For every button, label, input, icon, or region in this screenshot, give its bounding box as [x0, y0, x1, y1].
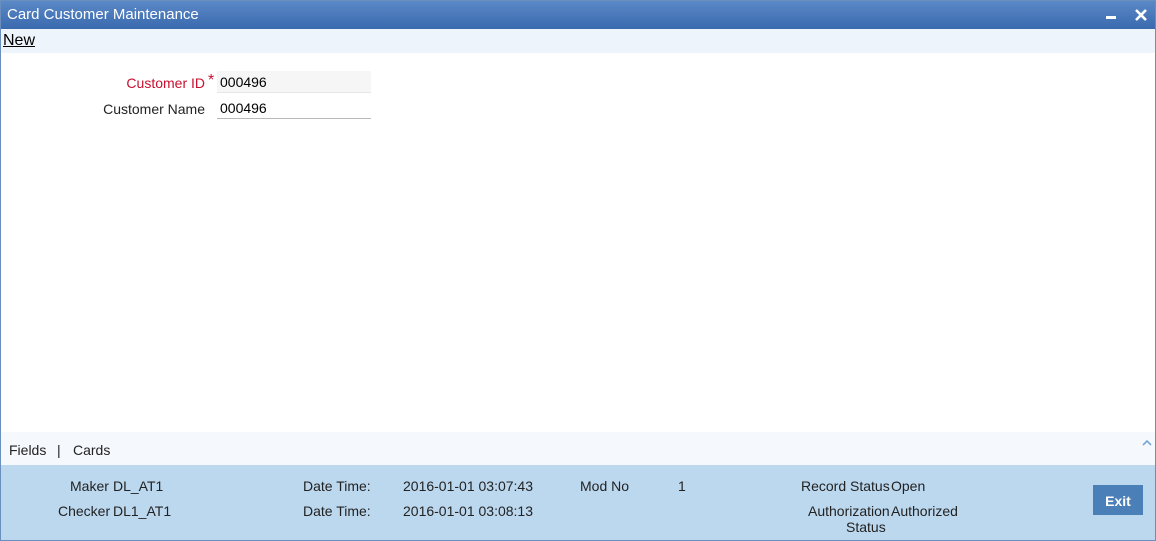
maker-datetime-label: Date Time:: [303, 478, 371, 494]
customer-id-field[interactable]: [217, 71, 371, 93]
customer-id-label: Customer ID: [126, 75, 205, 91]
window-title: Card Customer Maintenance: [7, 6, 199, 23]
record-status-value: Open: [891, 478, 926, 494]
toolbar: New: [1, 29, 1155, 53]
maker-datetime-value: 2016-01-01 03:07:43: [403, 478, 533, 494]
mod-no-label: Mod No: [580, 478, 630, 494]
tab-cards[interactable]: Cards: [73, 442, 110, 458]
checker-label: Checker: [58, 503, 111, 519]
customer-name-field[interactable]: [217, 97, 371, 119]
exit-button[interactable]: Exit: [1093, 485, 1143, 515]
maker-value: DL_AT1: [113, 478, 164, 494]
close-icon[interactable]: [1131, 5, 1151, 25]
authorization-status-label: Authorization: [808, 503, 890, 519]
checker-value: DL1_AT1: [113, 503, 172, 519]
mod-no-value: 1: [678, 478, 686, 494]
authorization-status-label-2: Status: [846, 519, 886, 535]
maker-label: Maker: [70, 478, 109, 494]
chevron-up-icon[interactable]: [1141, 435, 1153, 446]
new-link[interactable]: New: [3, 32, 35, 50]
tab-bar: Fields | Cards: [1, 432, 1155, 465]
title-bar: Card Customer Maintenance: [1, 1, 1155, 29]
tab-separator: |: [57, 442, 61, 458]
minimize-icon[interactable]: [1101, 5, 1121, 25]
customer-name-label: Customer Name: [103, 101, 205, 117]
required-marker: *: [208, 72, 215, 89]
audit-panel: Maker DL_AT1 Checker DL1_AT1 Date Time: …: [1, 465, 1155, 540]
checker-datetime-value: 2016-01-01 03:08:13: [403, 503, 533, 519]
tab-fields[interactable]: Fields: [9, 442, 46, 458]
authorization-status-value: Authorized: [891, 503, 958, 519]
card-customer-window: Card Customer Maintenance New Customer I…: [0, 0, 1156, 541]
checker-datetime-label: Date Time:: [303, 503, 371, 519]
record-status-label: Record Status: [801, 478, 890, 494]
